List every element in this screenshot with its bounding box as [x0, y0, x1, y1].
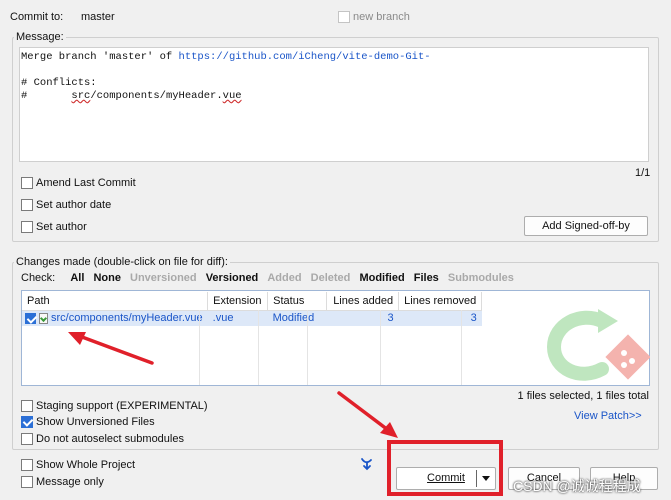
table-row[interactable]: src/components/myHeader.vue .vue Modifie…	[22, 310, 482, 326]
staging-support-checkbox[interactable]: Staging support (EXPERIMENTAL)	[21, 400, 208, 413]
filter-unversioned: Unversioned	[130, 272, 197, 284]
file-type-icon	[39, 312, 48, 324]
row-status: Modified	[267, 310, 327, 326]
show-whole-project-checkbox[interactable]: Show Whole Project	[21, 459, 136, 472]
show-unversioned-checkbox[interactable]: Show Unversioned Files	[21, 416, 155, 429]
files-summary: 1 files selected, 1 files total	[517, 390, 649, 402]
filter-versioned[interactable]: Versioned	[206, 272, 259, 284]
file-table: Path Extension Status Lines added Lines …	[22, 292, 483, 326]
col-extension[interactable]: Extension	[207, 292, 269, 311]
show-unversioned-label: Show Unversioned Files	[36, 416, 155, 428]
watermark-text: CSDN @诚诚程程成	[513, 478, 641, 494]
set-author-date-checkbox[interactable]: Set author date	[21, 199, 112, 212]
add-signed-off-by-button[interactable]: Add Signed-off-by	[524, 216, 648, 236]
set-author-date-label: Set author date	[36, 199, 112, 211]
column-divider	[461, 310, 462, 385]
column-divider	[307, 310, 308, 385]
message-only-label: Message only	[36, 476, 104, 488]
new-branch-label: new branch	[353, 11, 410, 23]
new-branch-check-box[interactable]	[338, 11, 350, 24]
show-whole-project-label: Show Whole Project	[36, 459, 136, 471]
commit-message-input[interactable]	[19, 47, 649, 162]
col-status[interactable]: Status	[267, 292, 328, 311]
amend-last-commit-checkbox[interactable]: Amend Last Commit	[21, 177, 136, 190]
staging-support-label: Staging support (EXPERIMENTAL)	[36, 400, 208, 412]
row-path-cell[interactable]: src/components/myHeader.vue	[22, 310, 208, 326]
tortoisegit-watermark-icon	[546, 309, 650, 381]
check-label: Check:	[21, 272, 56, 284]
col-lines-added[interactable]: Lines added	[326, 292, 400, 311]
check-filter-bar: Check: All None Unversioned Versioned Ad…	[21, 272, 520, 284]
no-autoselect-label: Do not autoselect submodules	[36, 433, 184, 445]
branch-name: master	[81, 11, 115, 23]
filter-added: Added	[267, 272, 302, 284]
row-checkbox[interactable]	[25, 312, 36, 324]
set-author-checkbox[interactable]: Set author	[21, 221, 87, 234]
amend-last-commit-label: Amend Last Commit	[36, 177, 136, 189]
filter-submodules: Submodules	[447, 272, 514, 284]
filter-none[interactable]: None	[93, 272, 121, 284]
col-path[interactable]: Path	[22, 292, 209, 311]
message-group-label: Message:	[14, 31, 66, 43]
changes-group-label: Changes made (double-click on file for d…	[14, 256, 230, 268]
view-patch-link[interactable]: View Patch>>	[574, 410, 642, 422]
arrow-down-icon[interactable]	[360, 457, 374, 471]
row-path: src/components/myHeader.vue	[51, 312, 203, 325]
new-branch-checkbox[interactable]: new branch	[338, 11, 410, 24]
column-divider	[380, 310, 381, 385]
filter-deleted: Deleted	[310, 272, 351, 284]
message-only-checkbox[interactable]: Message only	[21, 476, 104, 489]
filter-modified[interactable]: Modified	[359, 272, 404, 284]
chevron-down-icon[interactable]	[482, 476, 490, 481]
commit-button-label: Commit	[427, 472, 465, 484]
filter-files[interactable]: Files	[414, 272, 439, 284]
row-lines-added: 3	[326, 310, 399, 326]
col-lines-removed[interactable]: Lines removed	[398, 292, 483, 311]
set-author-label: Set author	[36, 221, 87, 233]
row-lines-removed: 3	[398, 310, 482, 326]
column-divider	[199, 310, 200, 385]
message-counter: 1/1	[635, 167, 651, 179]
no-autoselect-checkbox[interactable]: Do not autoselect submodules	[21, 433, 184, 446]
commit-to-label: Commit to:	[10, 11, 64, 23]
commit-button[interactable]: Commit	[396, 467, 496, 490]
split-divider	[476, 470, 477, 487]
column-divider	[258, 310, 259, 385]
filter-all[interactable]: All	[70, 272, 84, 284]
